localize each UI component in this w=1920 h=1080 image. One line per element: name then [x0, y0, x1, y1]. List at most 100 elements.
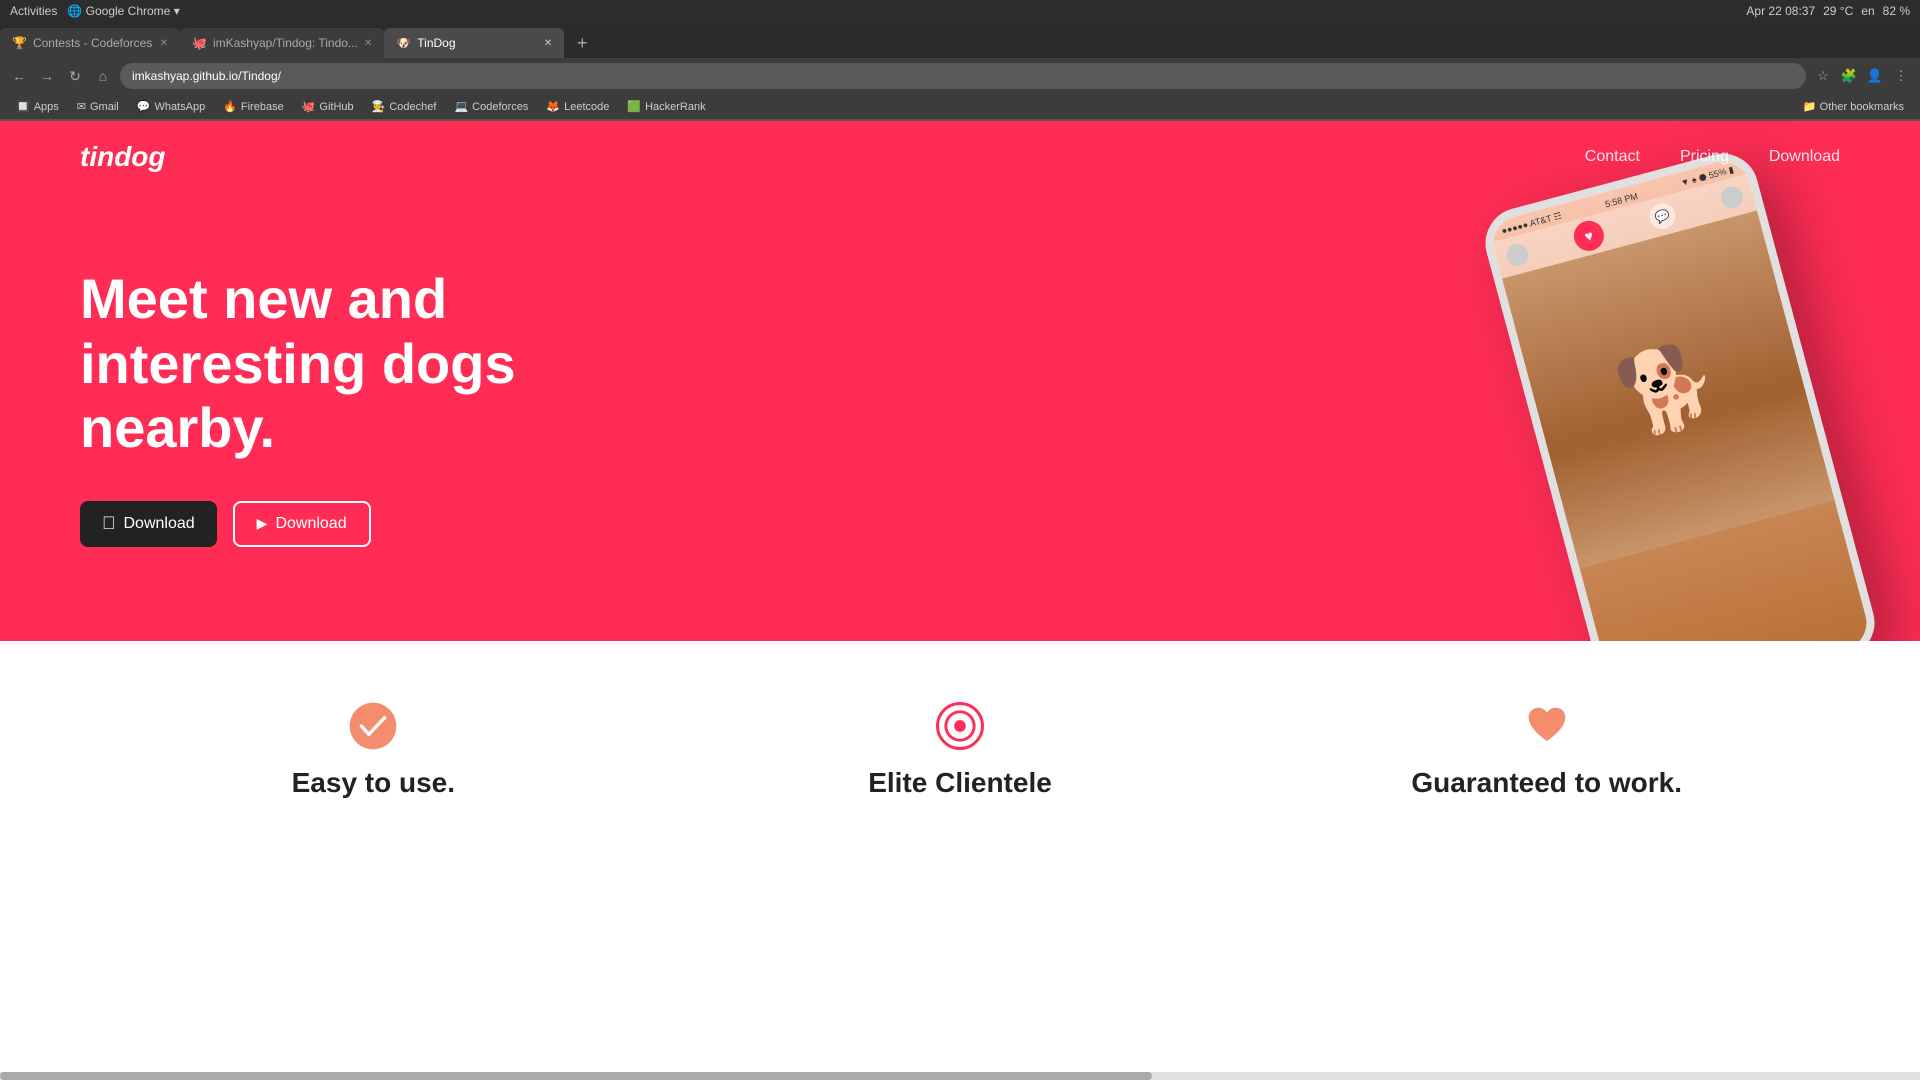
- profile-icon[interactable]: 👤: [1864, 65, 1886, 87]
- bookmark-firebase[interactable]: 🔥 Firebase: [215, 98, 292, 115]
- features-section: Easy to use. Elite Clientele Guaranteed …: [0, 641, 1920, 839]
- activities-label[interactable]: Activities: [10, 4, 57, 18]
- bookmark-label: WhatsApp: [154, 101, 205, 113]
- bookmark-label: Codeforces: [472, 101, 528, 113]
- language-label: en: [1861, 4, 1874, 18]
- datetime-label: Apr 22 08:37: [1746, 4, 1815, 18]
- scrollbar[interactable]: [0, 1072, 1920, 1080]
- target-icon: [935, 701, 985, 751]
- menu-icon[interactable]: ⋮: [1890, 65, 1912, 87]
- phone-screen: ●●●●● AT&T ☶ 5:58 PM ▼ ♠ ⬣ 55% ▮ ♥ 💬: [1487, 155, 1872, 641]
- feature-title-elite: Elite Clientele: [697, 767, 1224, 799]
- firebase-favicon: 🔥: [223, 100, 237, 113]
- bookmark-hackerrank[interactable]: 🟩 HackerRank: [619, 98, 713, 115]
- chrome-icon: 🌐: [67, 4, 82, 18]
- tab-favicon: 🏆: [12, 36, 27, 50]
- hero-heading: Meet new and interesting dogs nearby.: [80, 267, 600, 460]
- bookmark-label: Leetcode: [564, 101, 609, 113]
- tab-close-icon[interactable]: ✕: [364, 38, 372, 49]
- bookmark-label: Apps: [34, 101, 59, 113]
- apps-favicon: 🔲: [16, 100, 30, 113]
- phone-like-button: ♥: [1571, 217, 1608, 254]
- apple-download-label: Download: [124, 515, 195, 533]
- dog-image: 🐕: [1502, 210, 1835, 568]
- star-icon[interactable]: ☆: [1812, 65, 1834, 87]
- tab-bar: 🏆 Contests - Codeforces ✕ 🐙 imKashyap/Ti…: [0, 22, 1920, 58]
- phone-chat-button: 💬: [1646, 200, 1678, 232]
- navbar: tindog Contact Pricing Download: [0, 121, 1920, 193]
- tab-favicon: 🐶: [396, 36, 411, 50]
- bookmark-codechef[interactable]: 👨‍🍳 Codechef: [364, 98, 445, 115]
- browser-icons: ☆ 🧩 👤 ⋮: [1812, 65, 1912, 87]
- heart-icon: [1522, 701, 1572, 751]
- brand-logo[interactable]: tindog: [80, 141, 166, 173]
- tab-codeforces[interactable]: 🏆 Contests - Codeforces ✕: [0, 28, 180, 58]
- nav-links: Contact Pricing Download: [1585, 148, 1840, 166]
- scrollbar-thumb[interactable]: [0, 1072, 1152, 1080]
- hackerrank-favicon: 🟩: [627, 100, 641, 113]
- tab-label: TinDog: [417, 36, 455, 50]
- dog-emoji: 🐕: [1608, 331, 1729, 448]
- codechef-favicon: 👨‍🍳: [372, 100, 386, 113]
- hero-section: tindog Contact Pricing Download Meet new…: [0, 121, 1920, 641]
- os-bar-left: Activities 🌐 Google Chrome ▾: [10, 4, 180, 18]
- os-bar: Activities 🌐 Google Chrome ▾ Apr 22 08:3…: [0, 0, 1920, 22]
- google-download-button[interactable]: ▶ Download: [233, 501, 371, 547]
- bookmark-label: Codechef: [389, 101, 436, 113]
- tab-label: Contests - Codeforces: [33, 36, 152, 50]
- nav-contact[interactable]: Contact: [1585, 148, 1640, 166]
- bookmark-label: Gmail: [90, 101, 119, 113]
- reload-button[interactable]: ↻: [64, 65, 86, 87]
- folder-icon: 📁: [1803, 101, 1817, 113]
- check-icon: [348, 701, 398, 751]
- feature-title-guaranteed: Guaranteed to work.: [1283, 767, 1810, 799]
- phone-avatar: [1504, 242, 1531, 269]
- tab-close-icon[interactable]: ✕: [160, 38, 168, 49]
- os-bar-right: Apr 22 08:37 29 °C en 82 %: [1746, 4, 1910, 18]
- bookmark-whatsapp[interactable]: 💬 WhatsApp: [129, 98, 213, 115]
- feature-elite: Elite Clientele: [667, 701, 1254, 799]
- apple-download-button[interactable]:  Download: [80, 501, 217, 547]
- nav-contact-link[interactable]: Contact: [1585, 148, 1640, 165]
- address-input[interactable]: [120, 63, 1806, 89]
- bookmark-apps[interactable]: 🔲 Apps: [8, 98, 67, 115]
- chevron-down-icon[interactable]: ▾: [174, 4, 180, 18]
- codeforces-favicon: 💻: [454, 100, 468, 113]
- nav-pricing[interactable]: Pricing: [1680, 148, 1729, 166]
- other-bookmarks[interactable]: 📁 Other bookmarks: [1795, 98, 1912, 115]
- tab-tindog-active[interactable]: 🐶 TinDog ✕: [384, 28, 564, 58]
- google-download-label: Download: [275, 515, 346, 533]
- hero-buttons:  Download ▶ Download: [80, 501, 600, 547]
- phone-mockup-container: ●●●●● AT&T ☶ 5:58 PM ▼ ♠ ⬣ 55% ▮ ♥ 💬: [1540, 173, 1860, 641]
- bookmark-label: HackerRank: [645, 101, 706, 113]
- address-bar-row: ← → ↻ ⌂ ☆ 🧩 👤 ⋮: [0, 58, 1920, 94]
- tab-tindog-repo[interactable]: 🐙 imKashyap/Tindog: Tindo... ✕: [180, 28, 384, 58]
- feature-title-easy: Easy to use.: [110, 767, 637, 799]
- nav-download[interactable]: Download: [1769, 148, 1840, 166]
- bookmark-label: GitHub: [319, 101, 353, 113]
- home-button[interactable]: ⌂: [92, 65, 114, 87]
- forward-button[interactable]: →: [36, 65, 58, 87]
- bookmark-gmail[interactable]: ✉ Gmail: [69, 98, 127, 115]
- bookmarks-bar: 🔲 Apps ✉ Gmail 💬 WhatsApp 🔥 Firebase 🐙 G…: [0, 94, 1920, 120]
- bookmark-codeforces[interactable]: 💻 Codeforces: [446, 98, 536, 115]
- feature-guaranteed: Guaranteed to work.: [1253, 701, 1840, 799]
- extension-icon[interactable]: 🧩: [1838, 65, 1860, 87]
- bookmark-github[interactable]: 🐙 GitHub: [294, 98, 362, 115]
- apple-icon: : [102, 513, 116, 534]
- leetcode-favicon: 🦊: [546, 100, 560, 113]
- nav-pricing-link[interactable]: Pricing: [1680, 148, 1729, 165]
- back-button[interactable]: ←: [8, 65, 30, 87]
- weather-label: 29 °C: [1823, 4, 1853, 18]
- new-tab-button[interactable]: +: [568, 29, 596, 57]
- website-content: tindog Contact Pricing Download Meet new…: [0, 121, 1920, 839]
- play-icon: ▶: [257, 515, 268, 532]
- hero-content: Meet new and interesting dogs nearby.  …: [0, 193, 1920, 641]
- browser-chrome: 🏆 Contests - Codeforces ✕ 🐙 imKashyap/Ti…: [0, 22, 1920, 121]
- browser-label: 🌐 Google Chrome ▾: [67, 4, 179, 18]
- nav-download-link[interactable]: Download: [1769, 148, 1840, 165]
- bookmark-leetcode[interactable]: 🦊 Leetcode: [538, 98, 617, 115]
- gmail-favicon: ✉: [77, 100, 86, 113]
- tab-close-icon[interactable]: ✕: [544, 38, 552, 49]
- feature-easy-to-use: Easy to use.: [80, 701, 667, 799]
